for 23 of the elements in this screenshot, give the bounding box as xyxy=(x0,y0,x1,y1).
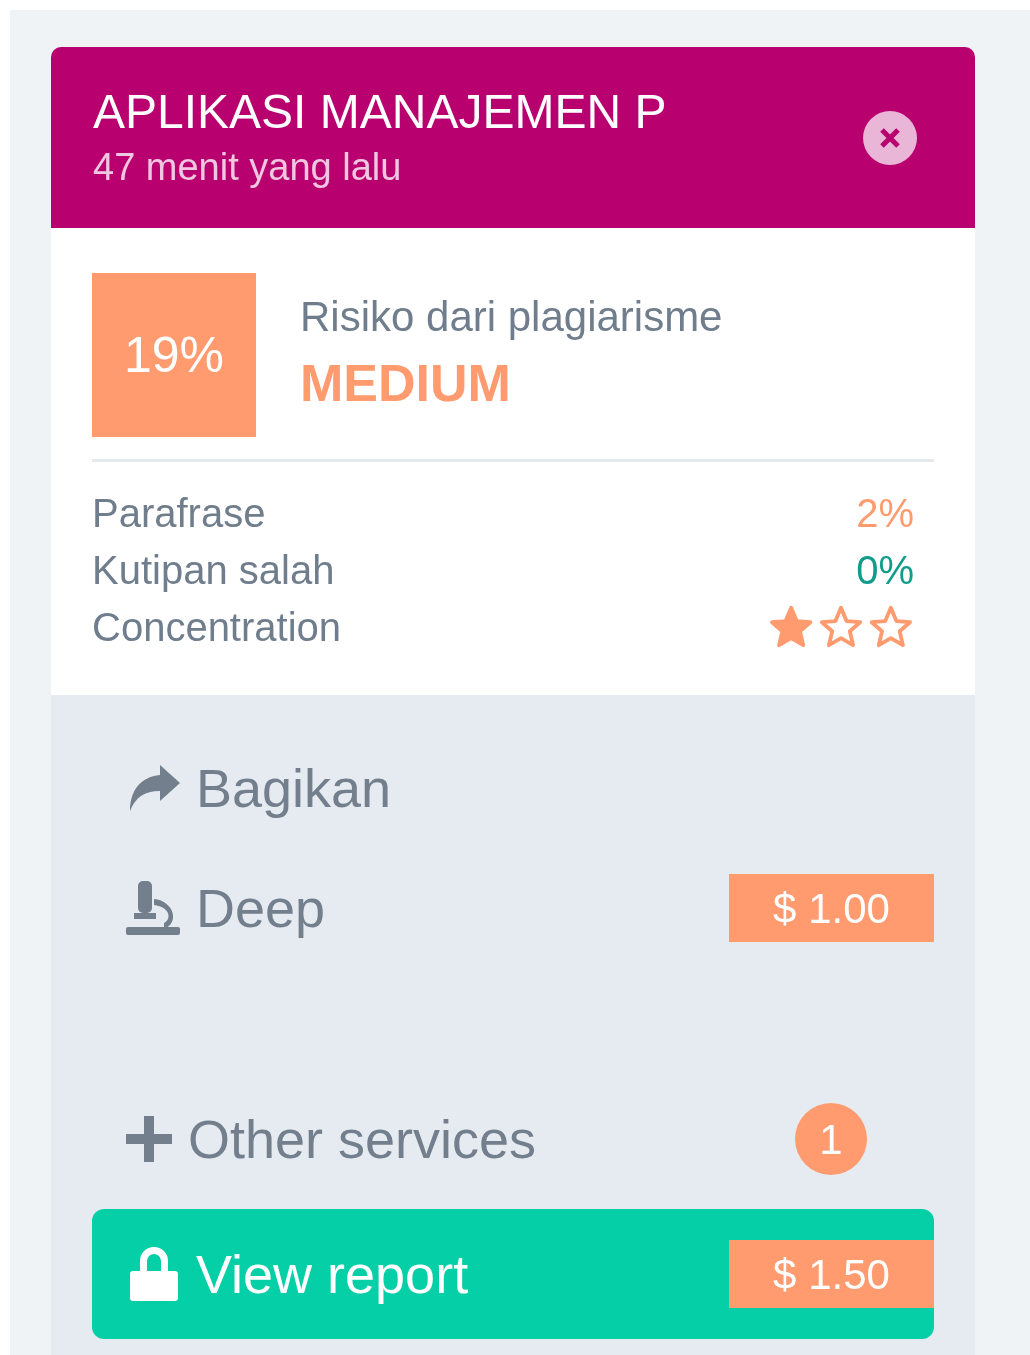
action-link[interactable]: Other services xyxy=(92,1098,537,1180)
action-link[interactable]: Deep xyxy=(92,867,326,949)
price-tag: $ 1.00 xyxy=(729,874,934,942)
metric-label: Parafrase xyxy=(92,489,266,537)
timestamp: 47 menit yang lalu xyxy=(93,144,403,190)
plus-icon xyxy=(124,1114,174,1164)
risk-label: Risiko dari plagiarisme xyxy=(300,292,723,342)
score-percent: 19% xyxy=(123,325,225,385)
metric-label: Concentration xyxy=(92,603,342,651)
price-tag: $ 1.50 xyxy=(729,1240,934,1308)
close-icon xyxy=(879,126,901,149)
document-title: APLIKASI MANAJEMEN P xyxy=(93,83,667,140)
metric-value: 0% xyxy=(856,546,914,594)
lock-icon xyxy=(128,1245,180,1303)
view-report-button[interactable]: View report $ 1.50 xyxy=(92,1209,934,1339)
risk-level: MEDIUM xyxy=(300,353,512,414)
count-badge: 1 xyxy=(795,1103,867,1175)
close-button[interactable] xyxy=(863,110,917,165)
view-report-label: View report xyxy=(196,1242,469,1306)
metric-value: 2% xyxy=(856,489,914,537)
metric-label: Kutipan salah xyxy=(92,546,335,594)
action-link[interactable]: Bagikan xyxy=(92,747,392,829)
microscope-icon xyxy=(124,879,182,937)
